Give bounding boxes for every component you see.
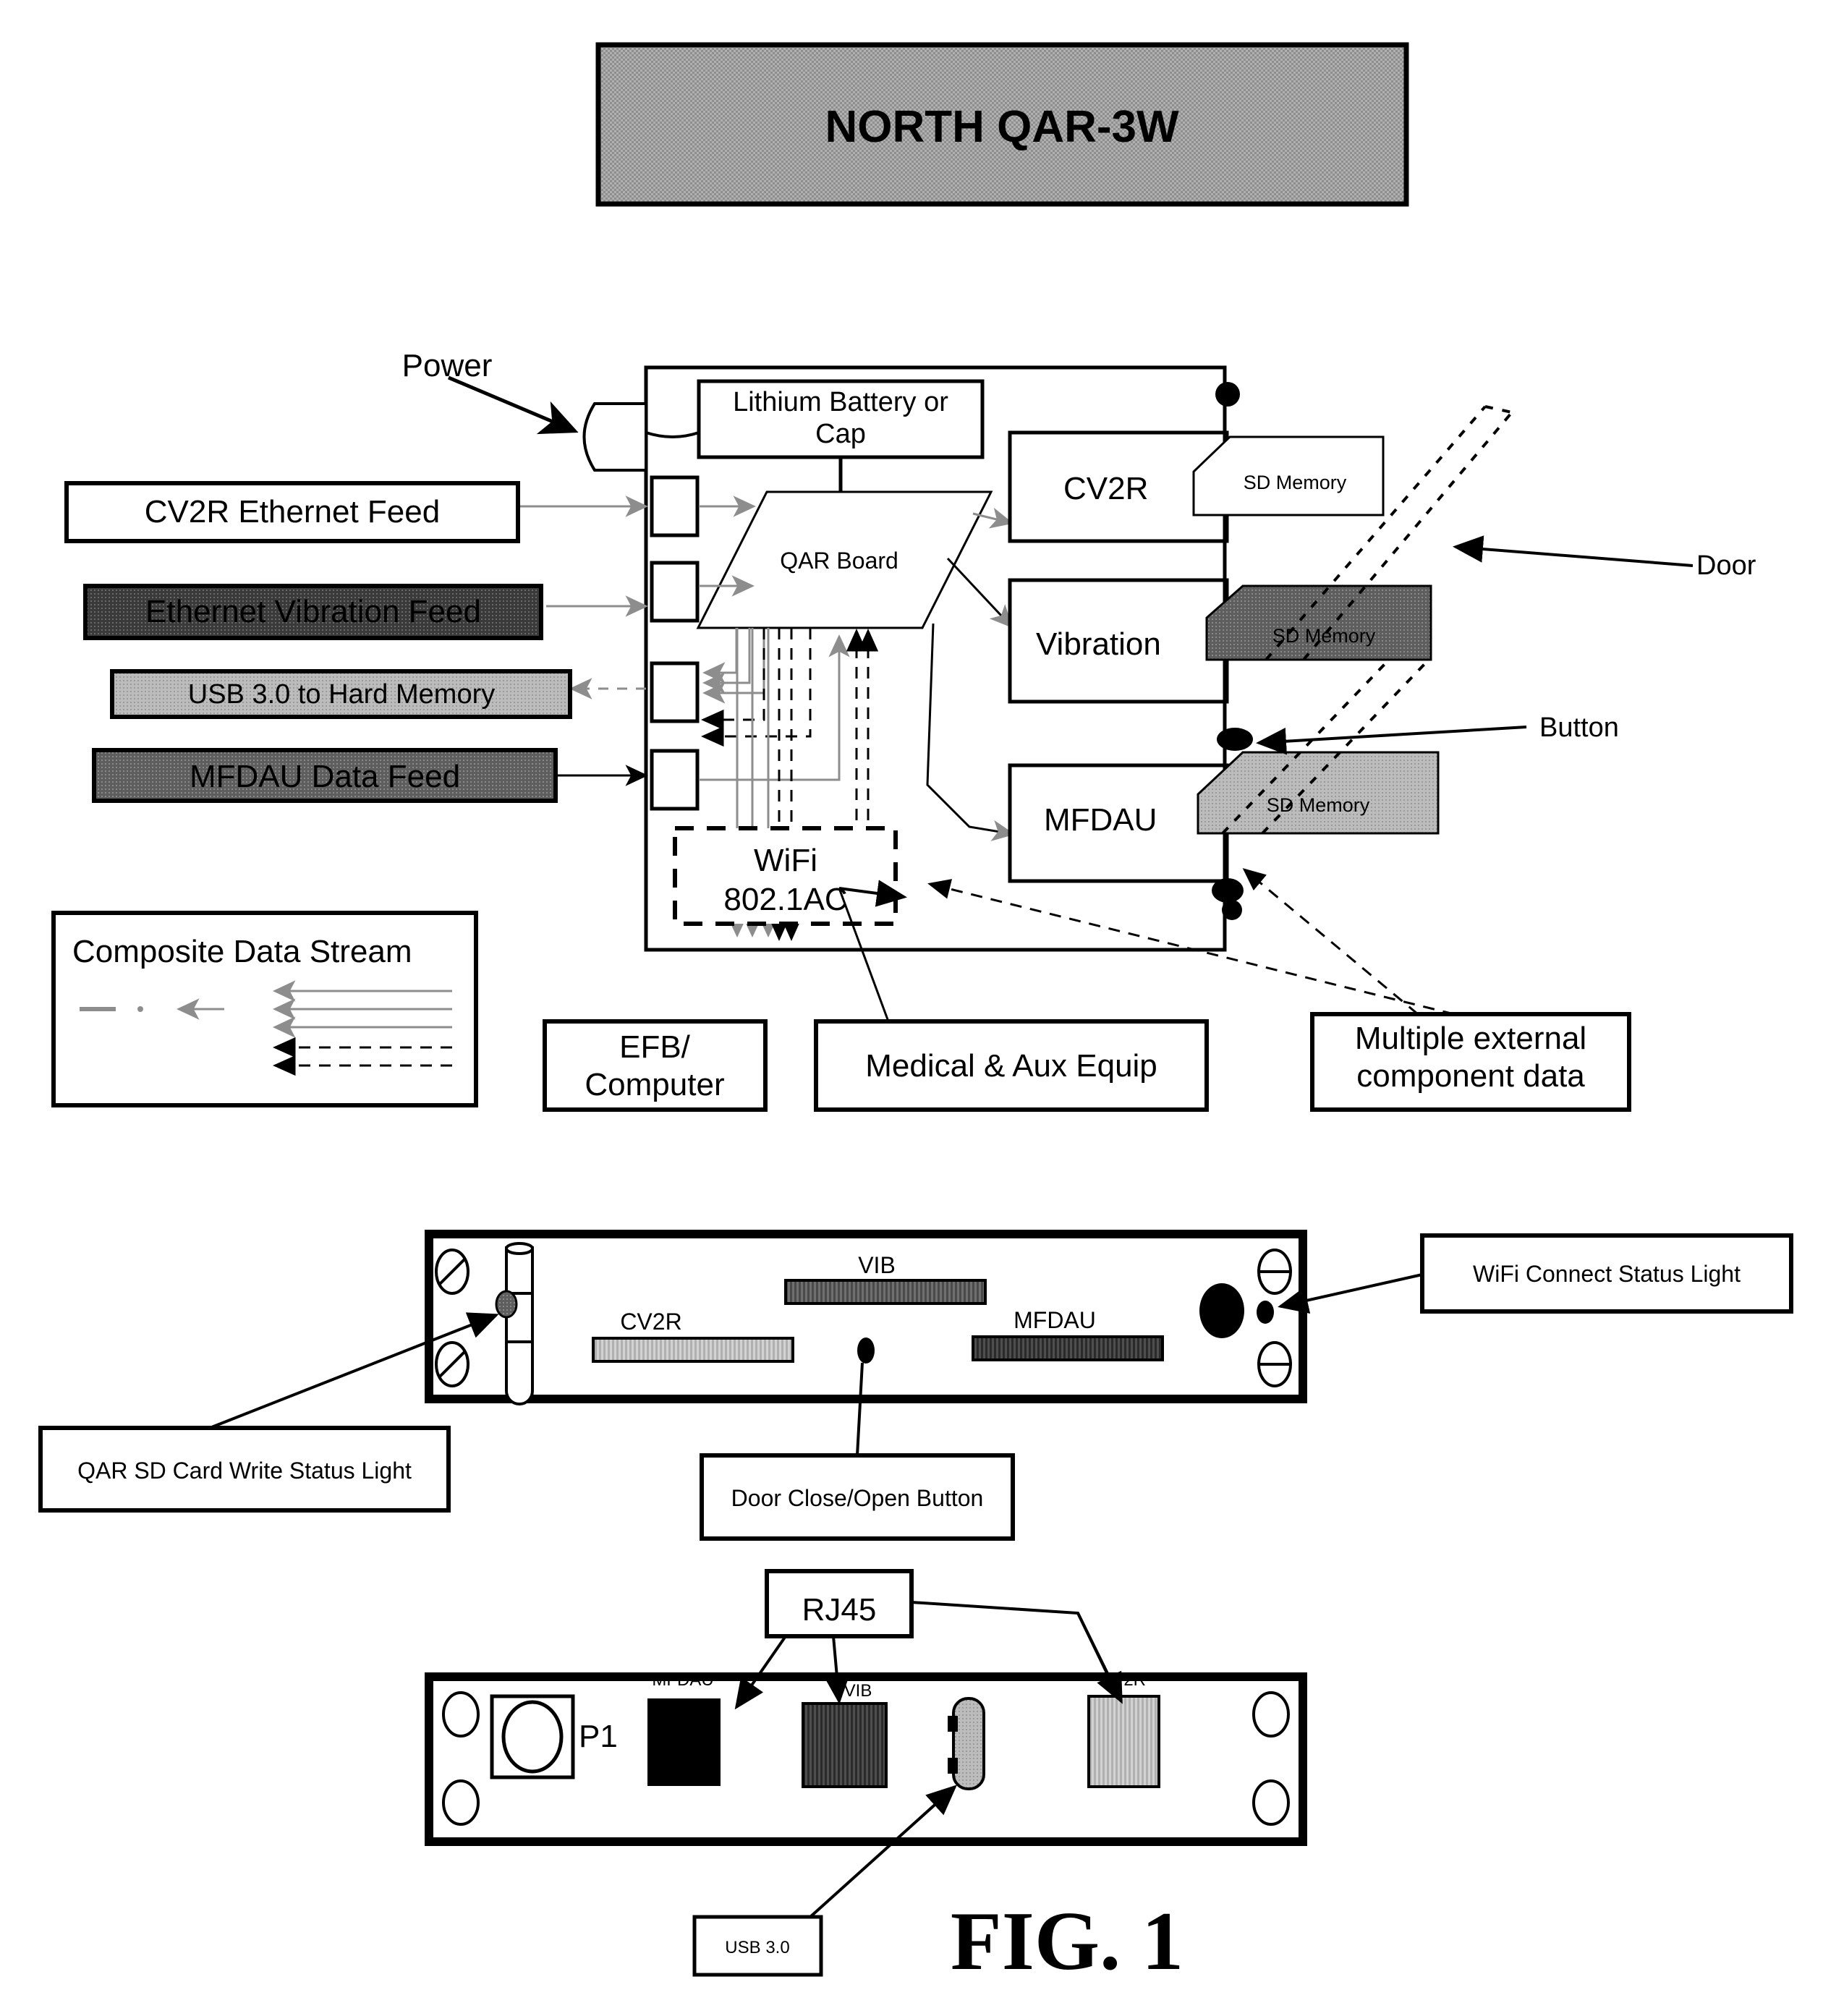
power-arrow: [448, 375, 579, 435]
door-label: Door: [1696, 550, 1756, 581]
front-slot-cv2r: [592, 1337, 794, 1363]
antenna-handle: [505, 1242, 534, 1405]
button-label: Button: [1539, 713, 1619, 743]
battery-label-line1: Lithium Battery or: [733, 387, 948, 417]
qar-board-label: QAR Board: [780, 548, 898, 574]
panel-screw: [1257, 1341, 1292, 1387]
battery-label-line2: Cap: [815, 419, 866, 449]
input-label-vibration: Ethernet Vibration Feed: [145, 594, 481, 629]
panel-screw: [435, 1249, 469, 1295]
callout-label-wifi-status: WiFi Connect Status Light: [1473, 1261, 1741, 1287]
rear-port-label-mfdau: MFDAU: [652, 1670, 713, 1690]
callout-label-door-button: Door Close/Open Button: [731, 1485, 984, 1511]
front-slot-label-vib: VIB: [858, 1252, 896, 1278]
sd-label-cv2r: SD Memory: [1244, 472, 1347, 493]
figure-caption: FIG. 1: [951, 1895, 1184, 1988]
front-door-button: [1199, 1283, 1244, 1338]
medical-aux-label: Medical & Aux Equip: [865, 1048, 1157, 1084]
callout-label-usb30: USB 3.0: [725, 1938, 789, 1957]
banner-title: NORTH QAR-3W: [825, 102, 1179, 152]
mount-hole: [442, 1779, 480, 1826]
figure-sheet: NORTH QAR-3W Power Lithium Battery or Ca…: [0, 0, 1823, 2016]
rear-port-mfdau: [647, 1698, 721, 1786]
sd-memory-vibration: [1205, 584, 1432, 661]
channel-label-cv2r: CV2R: [1063, 471, 1148, 506]
rear-port-label-cv2r: CV2R: [1100, 1670, 1146, 1690]
efb-label-line1: EFB/: [619, 1029, 691, 1065]
panel-screw: [435, 1341, 469, 1387]
front-slot-label-mfdau: MFDAU: [1014, 1307, 1096, 1333]
rear-port-vib: [802, 1702, 888, 1788]
callout-label-rj45: RJ45: [802, 1592, 877, 1628]
power-label: Power: [402, 348, 493, 383]
door-callout-arrow: [1453, 535, 1694, 567]
legend-title: Composite Data Stream: [72, 934, 412, 969]
rear-port-cv2r: [1087, 1695, 1160, 1788]
button-pointer: [1217, 726, 1527, 755]
channel-label-vibration: Vibration: [1036, 626, 1161, 662]
input-label-usb: USB 3.0 to Hard Memory: [188, 679, 495, 710]
door-button-small-led: [857, 1337, 875, 1364]
efb-label-line2: Computer: [585, 1067, 724, 1102]
enclosure-port: [650, 475, 700, 537]
front-slot-vib: [784, 1279, 987, 1305]
mount-hole: [1252, 1691, 1290, 1738]
panel-screw: [1257, 1249, 1292, 1295]
sd-memory-mfdau: [1197, 751, 1440, 835]
sd-write-status-led: [495, 1290, 518, 1319]
wifi-label-line1: WiFi: [754, 843, 817, 878]
front-slot-mfdau: [972, 1335, 1164, 1361]
enclosure-port: [650, 561, 700, 623]
callout-label-sd-write: QAR SD Card Write Status Light: [77, 1458, 412, 1484]
sd-label-mfdau: SD Memory: [1267, 794, 1370, 816]
figure-vector-layer: NORTH QAR-3W Power Lithium Battery or Ca…: [38, 42, 1793, 1988]
rear-panel-body: [425, 1672, 1307, 1846]
wifi-status-led: [1257, 1301, 1274, 1324]
p1-connector: [490, 1694, 575, 1779]
wifi-label-line2: 802.1AC: [723, 882, 847, 917]
external-label-line1: Multiple external: [1355, 1021, 1586, 1056]
input-label-mfdau: MFDAU Data Feed: [190, 759, 460, 794]
enclosure-port: [650, 749, 700, 811]
rear-port-label-vib: VIB: [844, 1681, 872, 1701]
mount-hole: [442, 1691, 480, 1738]
mount-hole: [1252, 1779, 1290, 1826]
channel-label-mfdau: MFDAU: [1044, 802, 1157, 838]
p1-label: P1: [579, 1719, 618, 1754]
input-label-cv2r: CV2R Ethernet Feed: [145, 494, 440, 529]
external-label-line2: component data: [1356, 1058, 1585, 1094]
front-slot-label-cv2r: CV2R: [620, 1309, 681, 1335]
sd-label-vibration: SD Memory: [1272, 625, 1376, 647]
enclosure-port: [650, 661, 700, 723]
